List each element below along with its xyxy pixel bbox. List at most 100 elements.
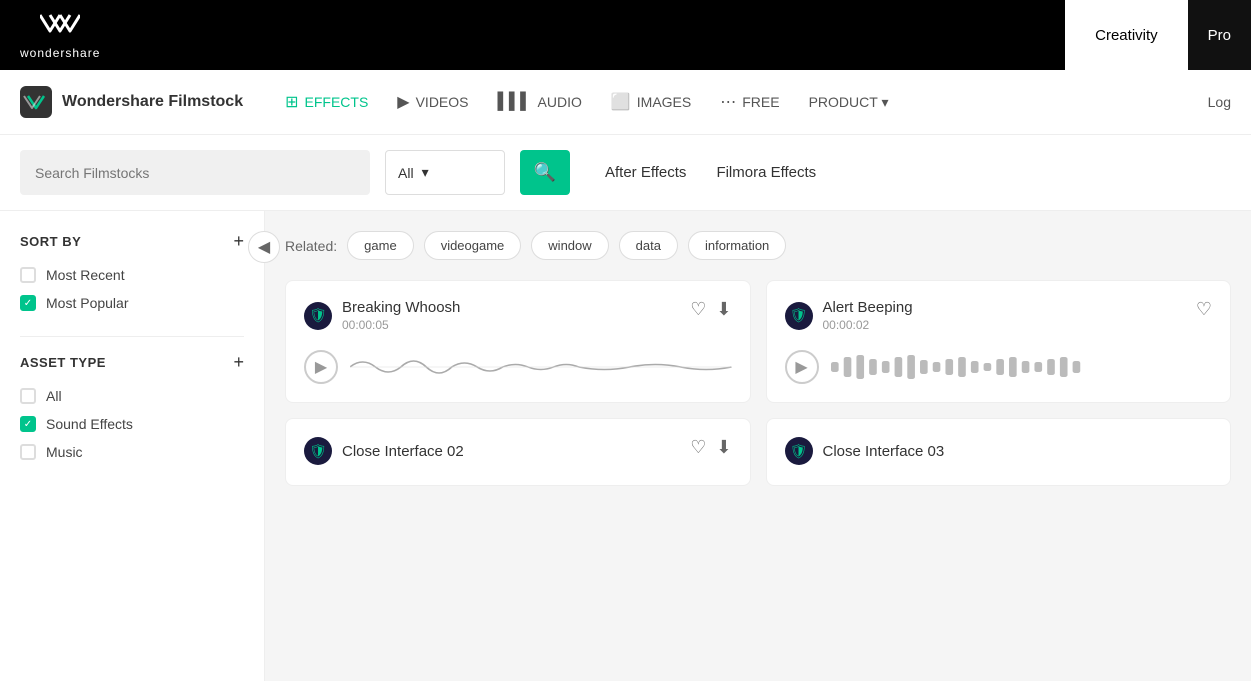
asset-type-title: ASSET TYPE (20, 355, 106, 370)
card3-info: Close Interface 02 (342, 443, 464, 460)
images-icon: ⬜ (611, 92, 631, 112)
logo[interactable]: wondershare (20, 11, 100, 60)
asset-sound-effects-checkbox[interactable] (20, 416, 36, 432)
tab-filmora-effects[interactable]: Filmora Effects (716, 159, 816, 186)
nav-links: ⊞ EFFECTS ▶ VIDEOS ▌▌▌ AUDIO ⬜ IMAGES ⋯ … (273, 84, 1178, 120)
sidebar: ◀ SORT BY + Most Recent Most Popular ASS… (0, 211, 265, 681)
videos-icon: ▶ (397, 92, 409, 112)
sort-popular-checkbox[interactable] (20, 295, 36, 311)
card3-header: 🛡 Close Interface 02 ♡ ⬇ (304, 437, 732, 465)
card1-actions: ♡ ⬇ (690, 299, 731, 320)
brand-logo-icon (20, 86, 52, 118)
asset-type-add[interactable]: + (233, 352, 244, 373)
related-label: Related: (285, 238, 337, 254)
brand-name: Wondershare Filmstock (62, 93, 243, 111)
card1-duration: 00:00:05 (342, 318, 460, 332)
search-tabs: After Effects Filmora Effects (605, 159, 816, 186)
logo-text: wondershare (20, 46, 100, 60)
sort-section: SORT BY + Most Recent Most Popular (20, 231, 244, 311)
asset-music[interactable]: Music (20, 444, 244, 460)
nav-videos[interactable]: ▶ VIDEOS (385, 84, 480, 120)
card4-shield-icon: 🛡 (785, 437, 813, 465)
card1-play-button[interactable]: ▶ (304, 350, 338, 384)
card-breaking-whoosh: 🛡 Breaking Whoosh 00:00:05 ♡ ⬇ ▶ (285, 280, 751, 403)
content-area: ◀ SORT BY + Most Recent Most Popular ASS… (0, 211, 1251, 681)
card1-header: 🛡 Breaking Whoosh 00:00:05 ♡ ⬇ (304, 299, 732, 332)
nav-login[interactable]: Log (1208, 94, 1231, 110)
nav-audio[interactable]: ▌▌▌ AUDIO (486, 85, 594, 119)
card2-play-button[interactable]: ▶ (785, 350, 819, 384)
tag-game[interactable]: game (347, 231, 414, 260)
card1-title-row: 🛡 Breaking Whoosh 00:00:05 (304, 299, 460, 332)
sort-recent-checkbox[interactable] (20, 267, 36, 283)
search-dropdown[interactable]: All ▾ (385, 150, 505, 195)
nav-free[interactable]: ⋯ FREE (708, 84, 791, 120)
tag-videogame[interactable]: videogame (424, 231, 522, 260)
sort-most-recent[interactable]: Most Recent (20, 267, 244, 283)
sort-by-add[interactable]: + (233, 231, 244, 252)
card2-duration: 00:00:02 (823, 318, 913, 332)
tab-after-effects[interactable]: After Effects (605, 159, 686, 186)
brand[interactable]: Wondershare Filmstock (20, 86, 243, 118)
main-content: Related: game videogame window data info… (265, 211, 1251, 681)
card3-name: Close Interface 02 (342, 443, 464, 460)
card4-header: 🛡 Close Interface 03 (785, 437, 1213, 465)
asset-music-label: Music (46, 444, 83, 460)
asset-all[interactable]: All (20, 388, 244, 404)
card2-actions: ♡ (1196, 299, 1212, 320)
card1-waveform-area: ▶ (304, 347, 732, 387)
tag-data[interactable]: data (619, 231, 678, 260)
search-input[interactable] (35, 165, 355, 181)
top-bar-right: Creativity Pro (1065, 0, 1251, 70)
card3-download-button[interactable]: ⬇ (716, 437, 731, 458)
card-close-interface-02: 🛡 Close Interface 02 ♡ ⬇ (285, 418, 751, 486)
search-button[interactable]: 🔍 (520, 150, 570, 195)
card2-header: 🛡 Alert Beeping 00:00:02 ♡ (785, 299, 1213, 332)
card2-name: Alert Beeping (823, 299, 913, 316)
main-nav: Wondershare Filmstock ⊞ EFFECTS ▶ VIDEOS… (0, 70, 1251, 135)
sort-by-header: SORT BY + (20, 231, 244, 252)
top-bar-pro[interactable]: Pro (1188, 0, 1251, 70)
free-icon: ⋯ (720, 92, 736, 112)
chevron-down-icon: ▾ (422, 164, 429, 181)
asset-all-label: All (46, 388, 62, 404)
search-input-wrapper[interactable] (20, 150, 370, 195)
asset-type-header: ASSET TYPE + (20, 352, 244, 373)
card-close-interface-03: 🛡 Close Interface 03 (766, 418, 1232, 486)
sidebar-toggle-button[interactable]: ◀ (248, 231, 280, 263)
sidebar-divider (20, 336, 244, 337)
card2-like-button[interactable]: ♡ (1196, 299, 1212, 320)
card2-waveform (831, 347, 1213, 387)
card1-name: Breaking Whoosh (342, 299, 460, 316)
chevron-left-icon: ◀ (258, 237, 270, 257)
card3-like-button[interactable]: ♡ (690, 437, 706, 458)
asset-music-checkbox[interactable] (20, 444, 36, 460)
related-tags-row: Related: game videogame window data info… (285, 231, 1231, 260)
card3-shield-icon: 🛡 (304, 437, 332, 465)
asset-sound-effects[interactable]: Sound Effects (20, 416, 244, 432)
effects-icon: ⊞ (285, 92, 298, 112)
top-bar-creativity[interactable]: Creativity (1065, 0, 1188, 70)
nav-effects[interactable]: ⊞ EFFECTS (273, 84, 380, 120)
card1-like-button[interactable]: ♡ (690, 299, 706, 320)
cards-grid: 🛡 Breaking Whoosh 00:00:05 ♡ ⬇ ▶ (285, 280, 1231, 486)
card3-actions: ♡ ⬇ (690, 437, 731, 458)
card2-info: Alert Beeping 00:00:02 (823, 299, 913, 332)
sort-most-popular[interactable]: Most Popular (20, 295, 244, 311)
card-alert-beeping: 🛡 Alert Beeping 00:00:02 ♡ ▶ (766, 280, 1232, 403)
tag-information[interactable]: information (688, 231, 786, 260)
card2-waveform-area: ▶ (785, 347, 1213, 387)
card4-title-row: 🛡 Close Interface 03 (785, 437, 945, 465)
play-icon: ▶ (315, 357, 327, 377)
tag-window[interactable]: window (531, 231, 608, 260)
search-icon: 🔍 (534, 162, 556, 183)
nav-product[interactable]: PRODUCT ▾ (797, 86, 901, 119)
card1-download-button[interactable]: ⬇ (716, 299, 731, 320)
card2-shield-icon: 🛡 (785, 302, 813, 330)
card2-title-row: 🛡 Alert Beeping 00:00:02 (785, 299, 913, 332)
nav-images[interactable]: ⬜ IMAGES (599, 84, 703, 120)
card4-info: Close Interface 03 (823, 443, 945, 460)
asset-all-checkbox[interactable] (20, 388, 36, 404)
top-bar: wondershare Creativity Pro (0, 0, 1251, 70)
sort-recent-label: Most Recent (46, 267, 125, 283)
